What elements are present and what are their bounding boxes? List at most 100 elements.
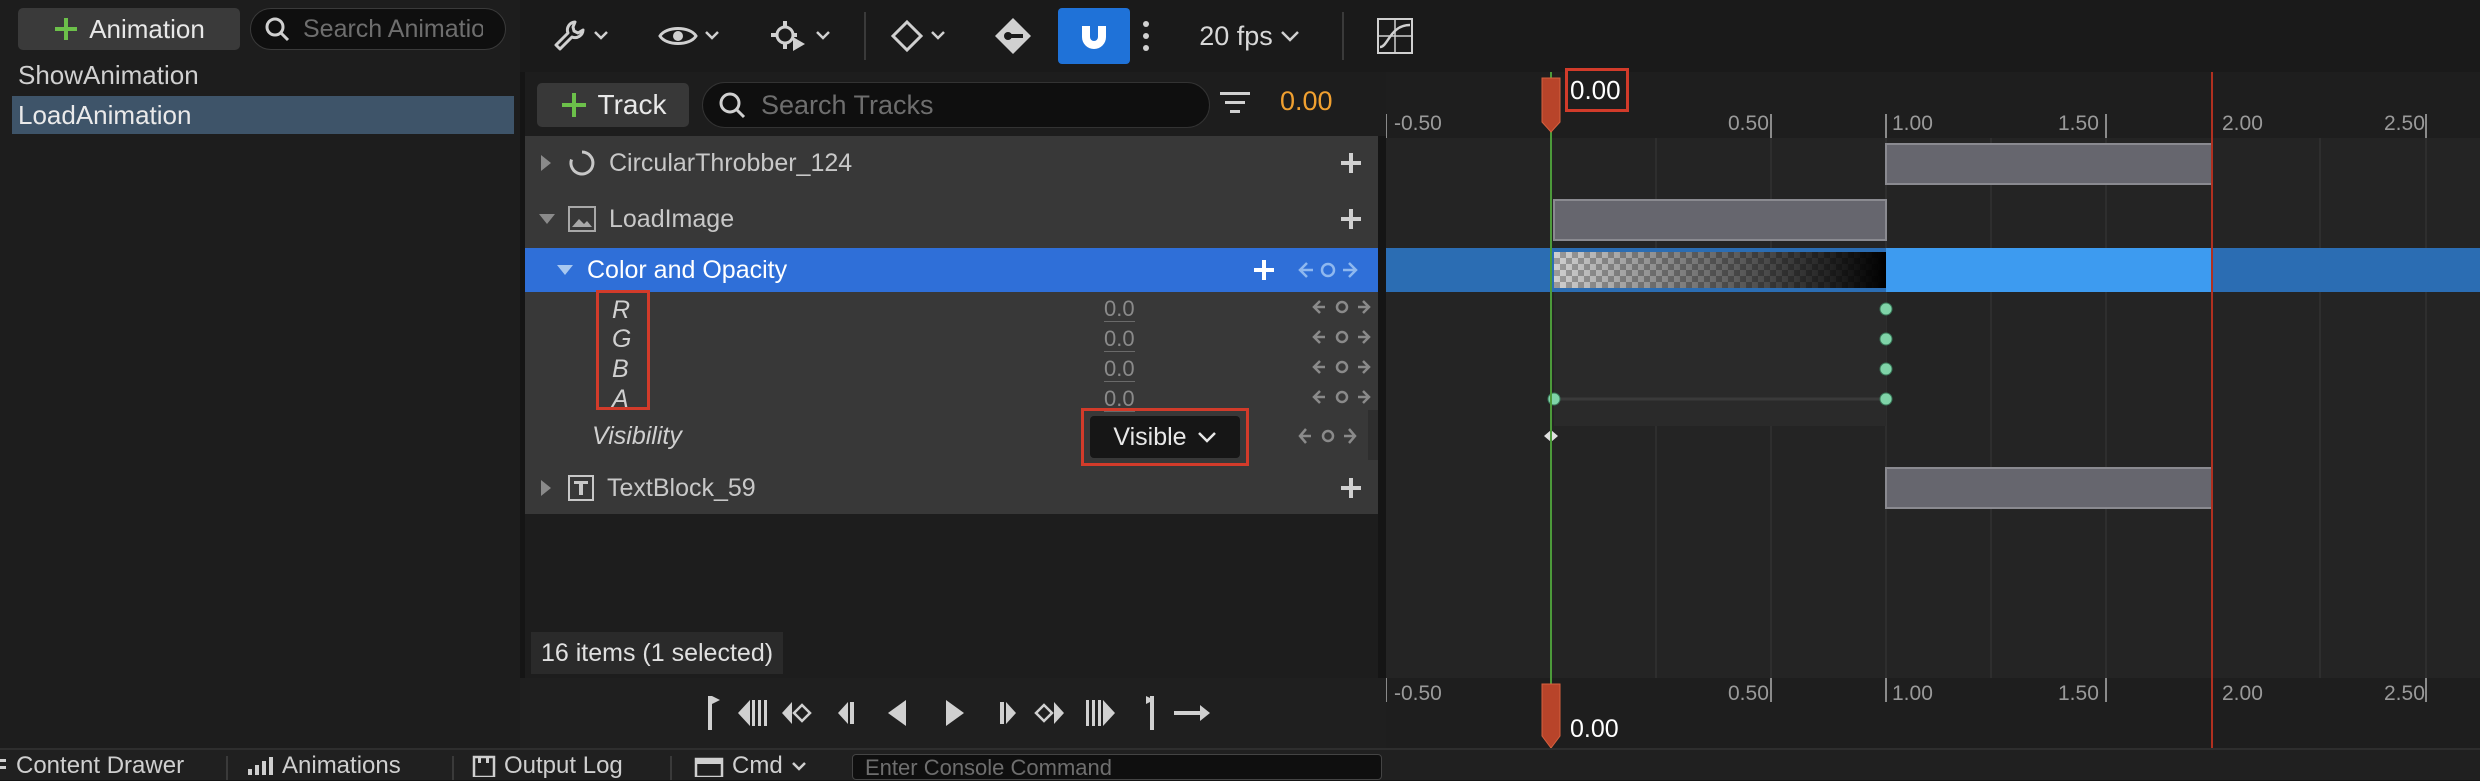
track-search[interactable]: [702, 82, 1210, 128]
jump-to-end-icon[interactable]: [1146, 696, 1154, 730]
load-image-section-bar[interactable]: [1553, 199, 1887, 241]
collapse-arrow-icon[interactable]: [537, 212, 557, 226]
plus-icon: [55, 18, 78, 40]
step-forward-icon[interactable]: [1000, 702, 1016, 724]
play-icon[interactable]: [946, 700, 964, 726]
tools-menu-button[interactable]: [545, 8, 615, 64]
view-menu-button[interactable]: [652, 8, 726, 64]
filter-button[interactable]: [1218, 88, 1256, 124]
chevron-down-icon: [1280, 31, 1299, 42]
previous-keyframe-icon[interactable]: [738, 700, 767, 726]
visibility-dropdown[interactable]: Visible: [1090, 416, 1240, 458]
fps-dropdown[interactable]: 20 fps: [1180, 8, 1320, 64]
playhead-time-top[interactable]: 0.00: [1570, 75, 1621, 106]
content-drawer-label: Content Drawer: [16, 752, 185, 779]
jump-to-start-icon[interactable]: [708, 696, 720, 730]
visibility-value: Visible: [1113, 422, 1187, 451]
image-icon: [568, 206, 596, 232]
animation-item-load[interactable]: LoadAnimation: [12, 96, 514, 134]
track-row-text-block[interactable]: TextBlock_59: [525, 467, 1378, 509]
channel-r-value[interactable]: 0.0: [1104, 297, 1135, 322]
step-back-icon[interactable]: [838, 702, 854, 724]
track-label: LoadImage: [609, 204, 735, 233]
output-log-tab[interactable]: Output Log: [472, 752, 623, 780]
channel-r-label: R: [612, 296, 631, 324]
keyframe-g[interactable]: [1879, 332, 1893, 346]
color-section-bar[interactable]: [1886, 248, 2212, 292]
snap-toggle-button[interactable]: [1058, 8, 1130, 64]
previous-key-icon[interactable]: [782, 702, 812, 724]
playback-options-button[interactable]: [760, 8, 840, 64]
animations-label: Animations: [282, 752, 401, 779]
playhead-handle-top[interactable]: [1541, 77, 1561, 133]
add-track-label: Track: [597, 89, 667, 120]
loop-mode-icon[interactable]: [1174, 705, 1210, 721]
track-outliner: [525, 136, 1378, 514]
current-time-readout[interactable]: 0.00: [1280, 86, 1333, 117]
curve-editor-button[interactable]: [1368, 8, 1422, 64]
channel-b-label: B: [612, 355, 629, 383]
track-row-load-image[interactable]: LoadImage: [525, 199, 1378, 239]
next-keyframe-icon[interactable]: [1086, 700, 1115, 726]
key-navigation-icon[interactable]: [1297, 259, 1359, 281]
outliner-scrollbar[interactable]: [1368, 410, 1378, 460]
add-animation-button[interactable]: Animation: [18, 8, 240, 50]
keyframe-b[interactable]: [1879, 362, 1893, 376]
ruler-label-bottom: -0.50: [1394, 682, 1442, 705]
ruler-label-top: 2.00: [2222, 112, 2263, 135]
auto-key-button[interactable]: [988, 8, 1038, 64]
search-icon: [265, 17, 290, 42]
animations-tab[interactable]: Animations: [246, 752, 401, 780]
track-label: Color and Opacity: [587, 255, 788, 284]
chevron-down-icon: [705, 31, 719, 40]
track-row-color-opacity[interactable]: Color and Opacity: [525, 248, 1378, 292]
transport-buttons[interactable]: [700, 688, 1218, 738]
add-key-plus-icon[interactable]: [1339, 151, 1363, 175]
ruler-label-top: -0.50: [1394, 112, 1442, 135]
ruler-label-bottom: 0.50: [1728, 682, 1769, 705]
keyframe-r[interactable]: [1879, 302, 1893, 316]
playhead-time-bottom[interactable]: 0.00: [1570, 715, 1619, 744]
search-icon: [719, 92, 746, 119]
visibility-key-navigation-icon[interactable]: [1296, 426, 1360, 446]
channel-a-label: A: [612, 385, 629, 413]
plus-icon: [561, 93, 586, 117]
timeline-canvas[interactable]: [1386, 72, 2480, 748]
cmd-dropdown[interactable]: Cmd: [694, 752, 807, 780]
status-separator: [452, 756, 454, 780]
key-behavior-button[interactable]: [882, 8, 954, 64]
add-key-plus-icon[interactable]: [1339, 476, 1363, 500]
animation-search[interactable]: [250, 8, 506, 50]
status-separator: [670, 756, 672, 780]
next-key-icon[interactable]: [1034, 702, 1064, 724]
ruler-label-top: 2.50: [2384, 112, 2425, 135]
add-animation-label: Animation: [89, 13, 205, 44]
toolbar-separator: [1342, 12, 1344, 60]
key-diamond-icon: [995, 18, 1031, 54]
ruler-label-bottom: 1.50: [2058, 682, 2099, 705]
expand-arrow-icon[interactable]: [539, 153, 553, 173]
textblock-section-bar[interactable]: [1885, 467, 2213, 509]
track-search-input[interactable]: [759, 88, 1183, 122]
play-reverse-icon[interactable]: [888, 700, 906, 726]
keyframe-a-start[interactable]: [1547, 392, 1561, 406]
throbber-section-bar[interactable]: [1885, 143, 2213, 185]
channel-key-navigation-icons[interactable]: [1310, 298, 1374, 408]
snap-options-button[interactable]: [1130, 8, 1162, 64]
content-drawer-tab[interactable]: Content Drawer: [0, 752, 184, 780]
text-block-icon: [568, 475, 594, 501]
playhead-handle-bottom[interactable]: [1541, 683, 1561, 748]
expand-arrow-icon[interactable]: [539, 478, 553, 498]
animation-search-input[interactable]: [301, 13, 485, 45]
channel-g-value[interactable]: 0.0: [1104, 327, 1135, 352]
console-command-input[interactable]: Enter Console Command: [852, 754, 1382, 780]
keyframe-a-end[interactable]: [1879, 392, 1893, 406]
collapse-arrow-icon[interactable]: [555, 263, 575, 277]
add-key-plus-icon[interactable]: [1339, 207, 1363, 231]
channel-b-value[interactable]: 0.0: [1104, 357, 1135, 382]
track-row-circular-throbber[interactable]: CircularThrobber_124: [525, 143, 1378, 183]
add-track-button[interactable]: Track: [537, 83, 689, 127]
add-key-plus-icon[interactable]: [1252, 258, 1276, 282]
channel-g-label: G: [612, 325, 632, 353]
animation-item-show[interactable]: ShowAnimation: [12, 56, 514, 94]
